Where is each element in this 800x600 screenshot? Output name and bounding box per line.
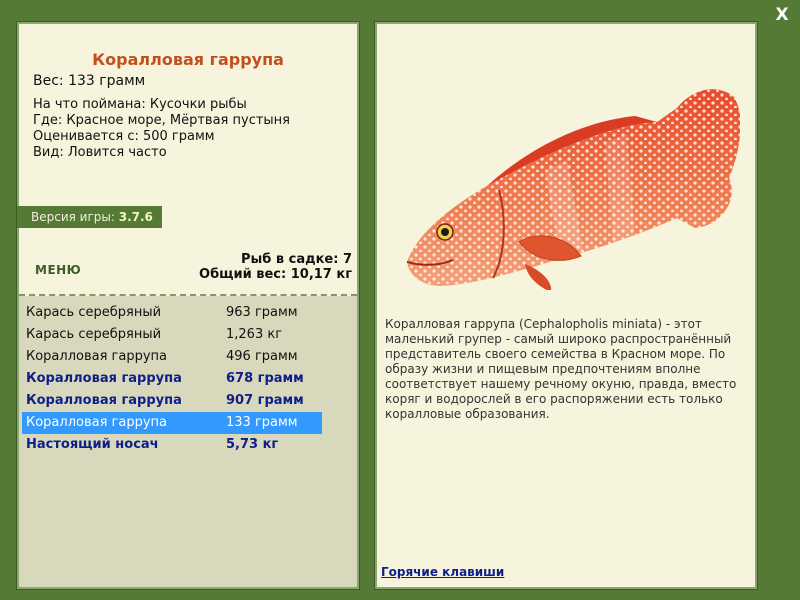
- bait-info: На что поймана: Кусочки рыбы: [33, 97, 247, 112]
- version-bar: Версия игры: 3.7.6: [17, 206, 162, 228]
- fish-picture-panel: Коралловая гаррупа (Cephalopholis miniat…: [374, 21, 758, 590]
- list-item-selected[interactable]: Коралловая гаррупа 133 грамм: [22, 412, 322, 434]
- list-item-name: Настоящий носач: [26, 437, 159, 452]
- close-button[interactable]: X: [772, 5, 792, 25]
- frequency-info: Вид: Ловится часто: [33, 145, 167, 160]
- total-weight: Общий вес: 10,17 кг: [199, 267, 352, 282]
- list-item-weight: 5,73 кг: [226, 437, 279, 452]
- menu-button[interactable]: МЕНЮ: [35, 263, 81, 277]
- list-item-weight: 963 грамм: [226, 305, 298, 320]
- list-item-name: Коралловая гаррупа: [26, 393, 182, 408]
- hotkeys-link[interactable]: Горячие клавиши: [381, 565, 504, 579]
- coral-grouper-image: [406, 89, 740, 290]
- list-item[interactable]: Карась серебряный 1,263 кг: [22, 324, 322, 346]
- version-label: Версия игры:: [31, 210, 115, 224]
- list-item-name: Коралловая гаррупа: [26, 349, 168, 364]
- list-item-weight: 678 грамм: [226, 371, 304, 386]
- list-item-name: Коралловая гаррупа: [26, 415, 168, 430]
- list-item[interactable]: Коралловая гаррупа 678 грамм: [22, 368, 322, 390]
- list-item[interactable]: Настоящий носач 5,73 кг: [22, 434, 322, 456]
- fish-info-panel: Коралловая гаррупа Вес: 133 грамм На что…: [16, 21, 360, 590]
- list-item-name: Карась серебряный: [26, 327, 162, 342]
- fish-title: Коралловая гаррупа: [92, 50, 284, 69]
- keepnet-stats: Рыб в садке: 7 Общий вес: 10,17 кг: [199, 252, 352, 282]
- version-value: 3.7.6: [118, 210, 153, 224]
- value-info: Оценивается с: 500 грамм: [33, 129, 215, 144]
- list-item-weight: 133 грамм: [226, 415, 298, 430]
- fish-details: На что поймана: Кусочки рыбы Где: Красно…: [33, 97, 290, 161]
- list-item-weight: 907 грамм: [226, 393, 304, 408]
- fish-count: Рыб в садке: 7: [240, 252, 352, 267]
- fish-weight: Вес: 133 грамм: [33, 73, 146, 89]
- location-info: Где: Красное море, Мёртвая пустыня: [33, 113, 290, 128]
- list-item-weight: 1,263 кг: [226, 327, 283, 342]
- list-item[interactable]: Коралловая гаррупа 907 грамм: [22, 390, 322, 412]
- list-item[interactable]: Карась серебряный 963 грамм: [22, 302, 322, 324]
- list-item[interactable]: Коралловая гаррупа 496 грамм: [22, 346, 322, 368]
- list-item-name: Коралловая гаррупа: [26, 371, 182, 386]
- fish-description: Коралловая гаррупа (Cephalopholis miniat…: [385, 317, 737, 421]
- catch-list: Карась серебряный 963 грамм Карась сереб…: [19, 296, 357, 587]
- list-item-name: Карась серебряный: [26, 305, 162, 320]
- list-item-weight: 496 грамм: [226, 349, 298, 364]
